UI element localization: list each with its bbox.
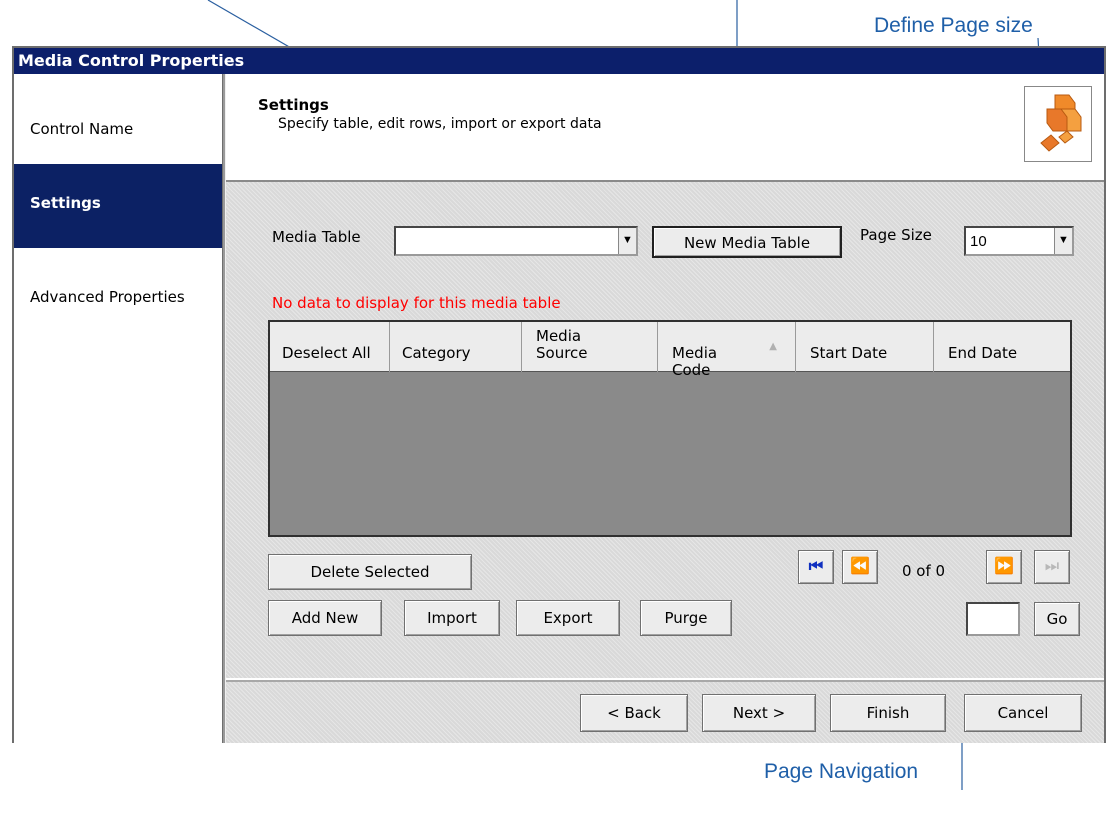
media-control-properties-dialog: Media Control Properties Control Name Se…: [12, 46, 1106, 743]
page-status: 0 of 0: [902, 562, 946, 580]
sidebar-item-control-name[interactable]: Control Name: [14, 114, 222, 144]
media-table-label: Media Table: [272, 228, 361, 246]
sidebar: Control Name Settings Advanced Propertie…: [14, 74, 224, 743]
chevron-down-icon[interactable]: ▼: [618, 228, 636, 254]
window-title: Media Control Properties: [14, 48, 1104, 74]
page-subtitle: Specify table, edit rows, import or expo…: [278, 116, 602, 132]
column-start-date[interactable]: Start Date: [796, 322, 934, 372]
next-page-icon[interactable]: ⏩: [986, 550, 1022, 584]
column-media-code[interactable]: Media Code ▲: [658, 322, 796, 379]
page-size-label: Page Size: [860, 226, 932, 244]
callout-define-page-size: Define Page size: [874, 14, 1033, 37]
previous-page-icon[interactable]: ⏪: [842, 550, 878, 584]
settings-panel: Media Table ▼ New Media Table Page Size …: [226, 182, 1104, 678]
column-deselect-all[interactable]: Deselect All: [270, 322, 390, 372]
orange-cubes-icon: [1024, 86, 1092, 162]
last-page-icon[interactable]: ⏭: [1034, 550, 1070, 584]
add-new-button[interactable]: Add New: [268, 600, 382, 636]
import-button[interactable]: Import: [404, 600, 500, 636]
first-page-icon[interactable]: ⏮: [798, 550, 834, 584]
sidebar-item-advanced-properties[interactable]: Advanced Properties: [14, 282, 222, 312]
go-button[interactable]: Go: [1034, 602, 1080, 636]
column-category[interactable]: Category: [390, 322, 522, 372]
page-header: Settings Specify table, edit rows, impor…: [226, 74, 1104, 182]
next-button[interactable]: Next >: [702, 694, 816, 732]
finish-button[interactable]: Finish: [830, 694, 946, 732]
new-media-table-button[interactable]: New Media Table: [652, 226, 842, 258]
page-number-input[interactable]: [966, 602, 1020, 636]
cancel-button[interactable]: Cancel: [964, 694, 1082, 732]
media-table-dropdown[interactable]: ▼: [394, 226, 638, 256]
page-title: Settings: [258, 96, 329, 114]
sort-ascending-icon: ▲: [769, 341, 777, 352]
page-size-dropdown[interactable]: 10 ▼: [964, 226, 1074, 256]
no-data-message: No data to display for this media table: [272, 294, 561, 312]
media-data-grid[interactable]: Deselect All Category Media Source Media…: [268, 320, 1072, 537]
back-button[interactable]: < Back: [580, 694, 688, 732]
sidebar-item-settings[interactable]: Settings: [14, 164, 222, 248]
purge-button[interactable]: Purge: [640, 600, 732, 636]
delete-selected-button[interactable]: Delete Selected: [268, 554, 472, 590]
wizard-footer: < Back Next > Finish Cancel: [226, 680, 1104, 743]
column-end-date[interactable]: End Date: [934, 322, 1070, 372]
column-media-source[interactable]: Media Source: [522, 322, 658, 372]
callout-page-navigation: Page Navigation: [764, 760, 919, 783]
chevron-down-icon[interactable]: ▼: [1054, 228, 1072, 254]
grid-header: Deselect All Category Media Source Media…: [270, 322, 1070, 379]
export-button[interactable]: Export: [516, 600, 620, 636]
page-size-value: 10: [970, 233, 987, 250]
